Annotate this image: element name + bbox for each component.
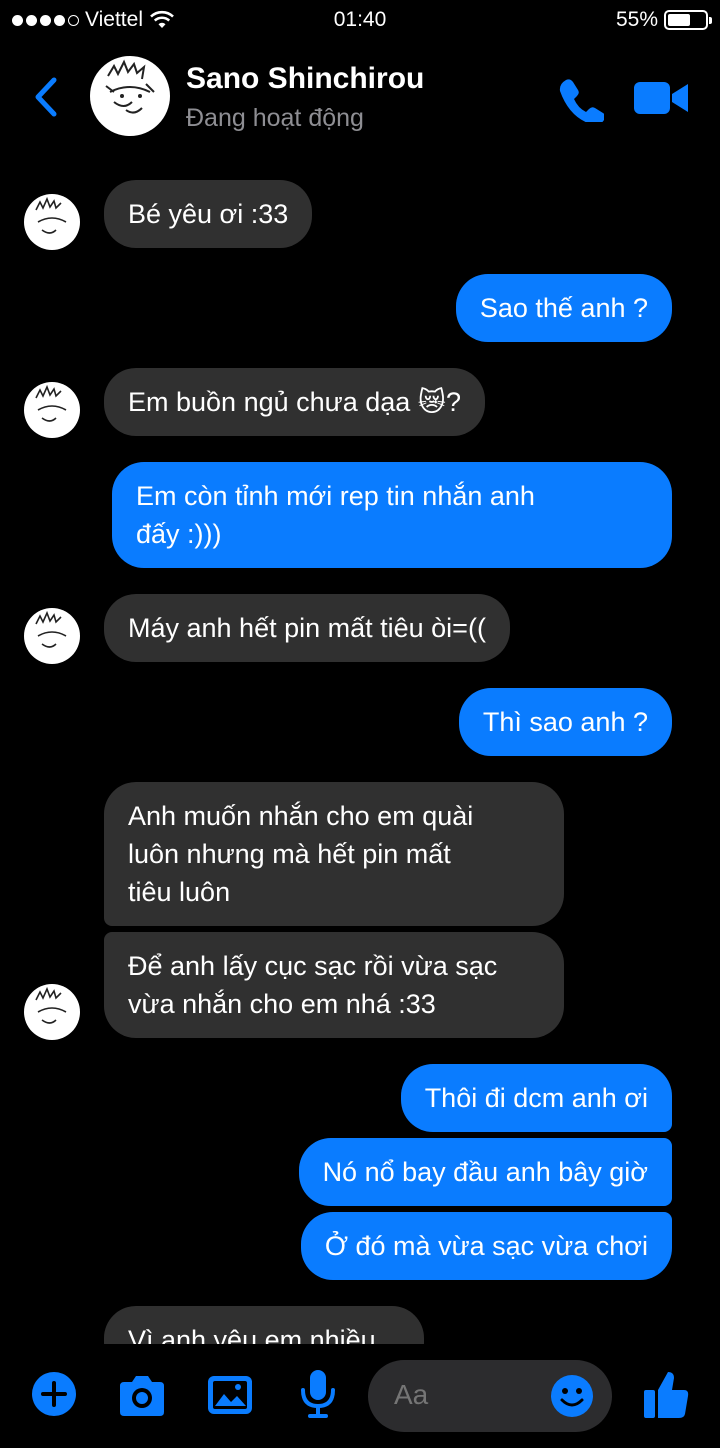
message-incoming[interactable]: Để anh lấy cục sạc rồi vừa sạc vừa nhắn … (104, 932, 564, 1038)
message-outgoing[interactable]: Em còn tỉnh mới rep tin nhắn anh đấy :))… (112, 462, 672, 568)
active-status: Đang hoạt động (186, 104, 364, 132)
message-composer[interactable] (368, 1360, 612, 1432)
battery-percent: 55% (615, 8, 658, 31)
image-icon[interactable] (206, 1374, 254, 1416)
contact-name[interactable]: Sano Shinchirou (186, 62, 424, 96)
message-outgoing[interactable]: Ở đó mà vừa sạc vừa chơi (300, 1212, 672, 1280)
message-outgoing[interactable]: Thôi đi dcm anh ơi (400, 1064, 672, 1132)
avatar[interactable] (24, 382, 80, 438)
avatar[interactable] (24, 984, 80, 1040)
avatar[interactable] (24, 194, 80, 250)
message-text-suffix: ? (445, 387, 461, 417)
message-outgoing[interactable]: Nó nổ bay đầu anh bây giờ (298, 1138, 672, 1206)
clock: 01:40 (333, 8, 387, 31)
message-incoming[interactable]: Máy anh hết pin mất tiêu òi=(( (104, 594, 510, 662)
message-list[interactable]: Bé yêu ơi :33 Sao thế anh ? Em buồn ngủ … (0, 158, 720, 1344)
message-incoming[interactable]: Anh muốn nhắn cho em quài luôn nhưng mà … (104, 782, 564, 926)
thumbs-up-icon[interactable] (642, 1368, 690, 1420)
message-outgoing[interactable]: Sao thế anh ? (455, 274, 672, 342)
emoji-icon[interactable] (550, 1374, 594, 1418)
battery-icon (664, 10, 712, 30)
message-incoming[interactable]: Em buồn ngủ chưa dạa 😿? (104, 368, 485, 436)
composer-bar (0, 1344, 720, 1448)
message-text: Em buồn ngủ chưa dạa (128, 387, 411, 417)
microphone-icon[interactable] (298, 1368, 338, 1420)
status-bar: Viettel 01:40 55% (0, 0, 720, 40)
message-input[interactable] (392, 1378, 546, 1412)
plus-icon[interactable] (30, 1370, 78, 1418)
message-outgoing[interactable]: Thì sao anh ? (458, 688, 672, 756)
back-chevron-icon[interactable] (28, 72, 68, 122)
crying-cat-emoji: 😿 (417, 387, 446, 417)
camera-icon[interactable] (116, 1374, 168, 1418)
avatar[interactable] (24, 608, 80, 664)
phone-icon[interactable] (556, 74, 604, 122)
message-incoming[interactable]: Bé yêu ơi :33 (104, 180, 313, 248)
video-camera-icon[interactable] (632, 78, 690, 118)
conversation-header: Sano Shinchirou Đang hoạt động (0, 40, 720, 158)
message-incoming[interactable]: Vì anh yêu em nhiều (104, 1306, 424, 1344)
avatar[interactable] (90, 56, 170, 136)
status-bar-right: 55% (615, 8, 712, 32)
